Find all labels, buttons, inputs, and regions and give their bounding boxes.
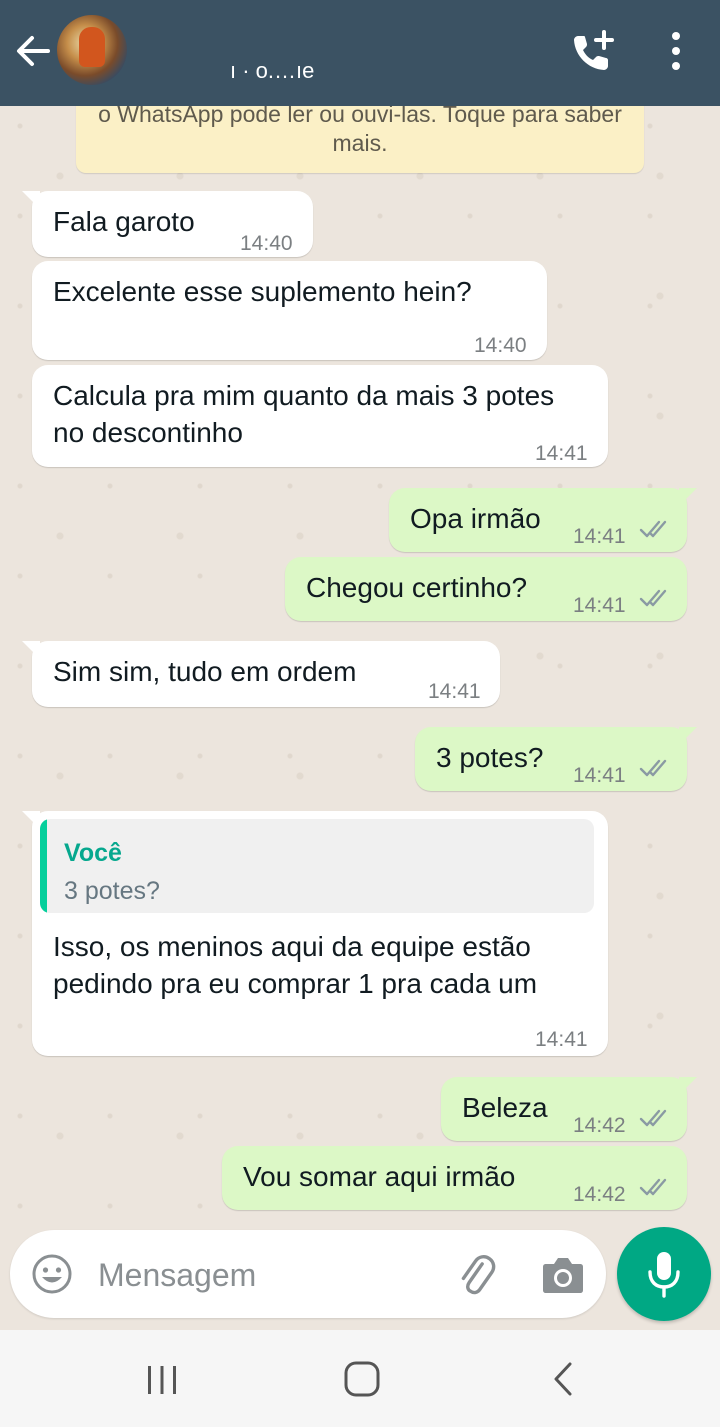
message-incoming[interactable]: Sim sim, tudo em ordem 14:41	[22, 641, 500, 707]
double-check-icon	[639, 1178, 667, 1196]
message-text: Beleza	[462, 1092, 548, 1123]
message-time: 14:41	[535, 1028, 588, 1051]
message-incoming[interactable]: Fala garoto 14:40	[22, 191, 313, 257]
message-outgoing[interactable]: Chegou certinho? 14:41	[285, 557, 687, 621]
message-text: Vou somar aqui irmão	[243, 1161, 516, 1192]
quote-author: Você	[64, 839, 122, 867]
add-call-icon[interactable]	[568, 28, 616, 76]
message-text: Opa irmão	[410, 503, 541, 534]
message-time: 14:41	[573, 764, 626, 787]
message-time: 14:41	[535, 442, 588, 465]
message-incoming-reply[interactable]: Você 3 potes? Isso, os meninos aqui da e…	[22, 811, 608, 1056]
double-check-icon	[639, 1109, 667, 1127]
message-outgoing[interactable]: Beleza 14:42	[441, 1077, 697, 1141]
voice-message-button[interactable]	[617, 1227, 711, 1321]
message-outgoing[interactable]: Opa irmão 14:41	[389, 488, 697, 552]
message-incoming[interactable]: Calcula pra mim quanto da mais 3 potes n…	[32, 365, 608, 467]
message-composer	[10, 1230, 606, 1318]
message-text: Sim sim, tudo em ordem	[53, 656, 357, 687]
message-text: Fala garoto	[53, 206, 195, 237]
message-outgoing[interactable]: 3 potes? 14:41	[415, 727, 697, 791]
message-time: 14:40	[240, 232, 293, 255]
message-time: 14:41	[573, 594, 626, 617]
message-text: Excelente esse suplemento hein?	[53, 276, 472, 307]
message-text: Isso, os meninos aqui da equipe estão pe…	[53, 931, 538, 999]
more-vert-icon[interactable]	[664, 30, 688, 72]
home-icon[interactable]	[343, 1360, 381, 1398]
paperclip-icon[interactable]	[454, 1252, 500, 1298]
contact-name[interactable]: ı · o.…ıe	[230, 58, 314, 84]
recents-icon[interactable]	[145, 1364, 179, 1396]
system-navigation-bar	[0, 1330, 720, 1427]
quote-text: 3 potes?	[64, 877, 160, 905]
message-time: 14:40	[474, 334, 527, 357]
chat-header: ı · o.…ıe	[0, 0, 720, 106]
message-text: Calcula pra mim quanto da mais 3 potes n…	[53, 380, 555, 448]
contact-avatar[interactable]	[57, 15, 127, 85]
double-check-icon	[639, 759, 667, 777]
message-time: 14:42	[573, 1183, 626, 1206]
camera-icon[interactable]	[540, 1254, 586, 1296]
message-incoming[interactable]: Excelente esse suplemento hein? 14:40	[32, 261, 547, 360]
nav-back-icon[interactable]	[550, 1360, 576, 1398]
quoted-message[interactable]: Você 3 potes?	[40, 819, 594, 913]
quote-accent-bar	[40, 819, 47, 913]
double-check-icon	[639, 520, 667, 538]
message-outgoing[interactable]: Vou somar aqui irmão 14:42	[222, 1146, 687, 1210]
emoji-icon[interactable]	[30, 1252, 74, 1296]
double-check-icon	[639, 589, 667, 607]
message-time: 14:41	[428, 680, 481, 703]
message-text: 3 potes?	[436, 742, 544, 773]
message-input[interactable]	[96, 1250, 430, 1300]
mic-icon	[648, 1252, 680, 1298]
message-text: Chegou certinho?	[306, 572, 528, 603]
back-arrow-icon[interactable]	[14, 32, 52, 70]
message-time: 14:42	[573, 1114, 626, 1137]
message-time: 14:41	[573, 525, 626, 548]
